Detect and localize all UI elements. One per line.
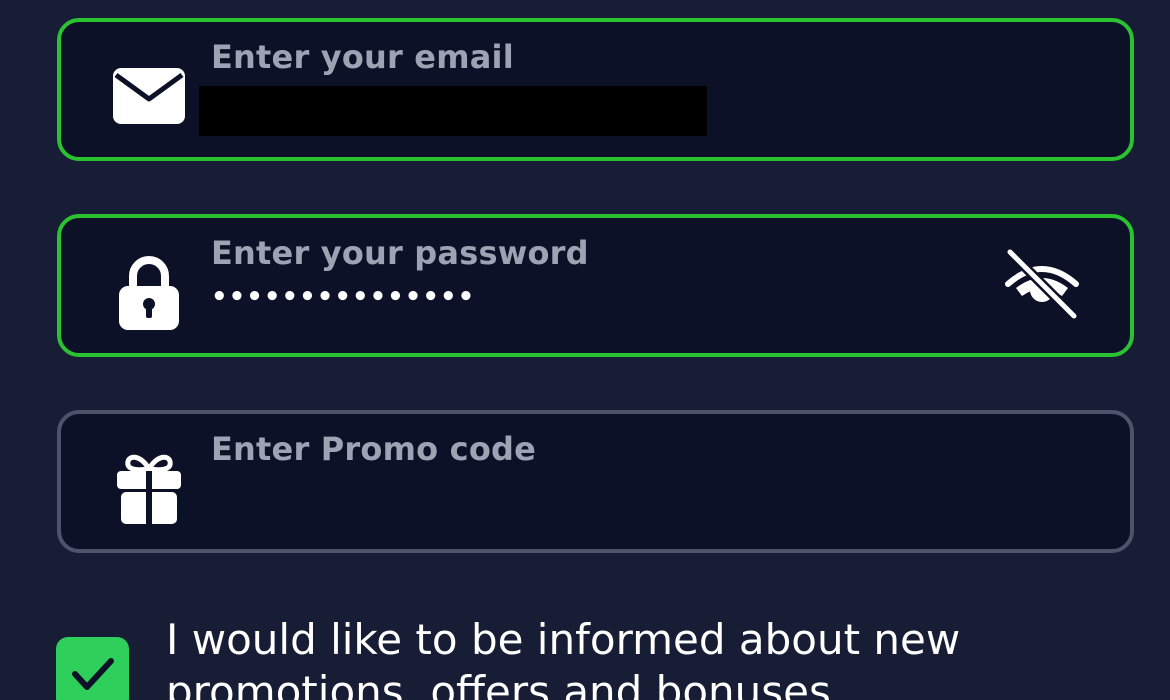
consent-checkbox[interactable] xyxy=(56,637,129,700)
email-value-redacted[interactable] xyxy=(199,86,707,136)
checkmark-icon xyxy=(71,657,114,690)
promo-code-label: Enter Promo code xyxy=(211,430,537,468)
email-label: Enter your email xyxy=(211,38,514,76)
envelope-icon xyxy=(111,58,187,134)
signup-form: Enter your email Enter your password •••… xyxy=(0,0,1170,700)
email-field[interactable]: Enter your email xyxy=(57,18,1134,161)
gift-icon xyxy=(111,450,187,526)
promo-code-field[interactable]: Enter Promo code xyxy=(57,410,1134,553)
eye-off-icon[interactable] xyxy=(1002,244,1082,324)
password-label: Enter your password xyxy=(211,234,589,272)
password-field[interactable]: Enter your password ••••••••••••••• xyxy=(57,214,1134,357)
lock-icon xyxy=(111,254,187,330)
password-value[interactable]: ••••••••••••••• xyxy=(211,282,475,312)
consent-label: I would like to be informed about new pr… xyxy=(166,615,961,700)
